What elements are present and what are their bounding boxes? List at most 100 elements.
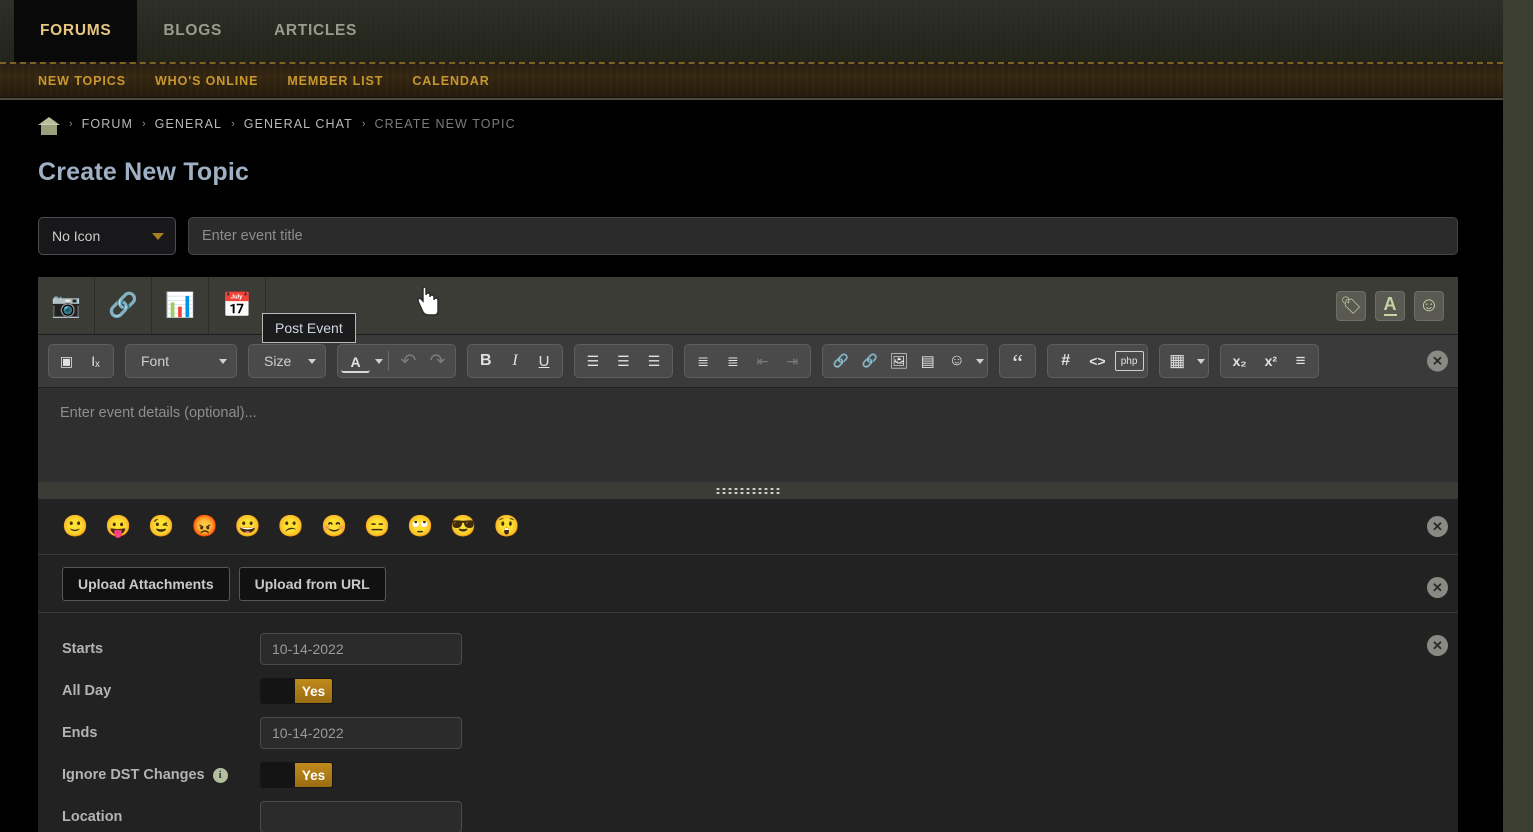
tag-glyph: 🏷 xyxy=(1340,295,1362,315)
chevron-down-icon xyxy=(219,358,227,364)
video-button[interactable]: ▤ xyxy=(913,347,942,375)
close-smilies-button[interactable]: ✕ xyxy=(1427,516,1448,537)
smiley-item[interactable]: 😡 xyxy=(191,516,217,537)
subnav-member-list[interactable]: MEMBER LIST xyxy=(287,74,383,88)
location-input[interactable] xyxy=(260,801,462,832)
close-event-button[interactable]: ✕ xyxy=(1427,635,1448,656)
camera-icon[interactable]: 📷 xyxy=(38,277,95,334)
undo-button[interactable]: ↶ xyxy=(394,347,423,375)
align-left-button[interactable]: ☰ xyxy=(578,347,609,375)
unlink-button[interactable]: 🔗 xyxy=(855,347,884,375)
breadcrumb-forum[interactable]: FORUM xyxy=(82,117,133,131)
tag-icon[interactable]: 🏷 xyxy=(1336,290,1366,321)
smiley-item[interactable]: 😲 xyxy=(494,516,520,537)
align-right-button[interactable]: ☰ xyxy=(639,347,670,375)
font-group[interactable]: Font xyxy=(125,344,237,378)
smilies-panel: 🙂 😛 😉 😡 😀 😕 😊 😑 🙄 😎 😲 ✕ xyxy=(38,498,1458,554)
smiley-item[interactable]: 😑 xyxy=(364,516,390,537)
breadcrumb-separator: › xyxy=(361,118,366,130)
tab-blogs[interactable]: BLOGS xyxy=(137,0,248,62)
smiley-item[interactable]: 😕 xyxy=(278,516,304,537)
icon-select[interactable]: No Icon xyxy=(38,217,176,255)
editor-resize-handle[interactable] xyxy=(38,482,1458,498)
chevron-down-icon xyxy=(976,358,985,364)
field-row-location: Location xyxy=(62,801,1458,832)
font-a-icon[interactable]: A xyxy=(1375,290,1405,321)
chevron-down-icon xyxy=(152,232,164,240)
quote-group: “ xyxy=(999,344,1037,378)
secondary-navigation: NEW TOPICS WHO'S ONLINE MEMBER LIST CALE… xyxy=(0,62,1503,98)
smiley-glyph: ☺ xyxy=(1418,294,1440,316)
text-color-button[interactable]: A xyxy=(341,352,370,373)
hash-button[interactable]: # xyxy=(1051,347,1080,375)
smiley-item[interactable]: 😛 xyxy=(105,516,131,537)
table-button[interactable]: ▦ xyxy=(1163,347,1192,375)
superscript-button[interactable]: x² xyxy=(1256,347,1286,375)
smiley-item[interactable]: 😉 xyxy=(148,516,174,537)
attachments-panel: Upload Attachments Upload from URL ✕ xyxy=(38,554,1458,612)
indent-button[interactable]: ⇥ xyxy=(777,347,807,375)
quote-button[interactable]: “ xyxy=(1003,347,1032,376)
smiley-icon[interactable]: ☺ xyxy=(1414,290,1444,321)
align-center-button[interactable]: ☰ xyxy=(608,347,639,375)
smiley-dropdown-button[interactable]: ☺ xyxy=(942,347,971,375)
page-content: › FORUM › GENERAL › GENERAL CHAT › CREAT… xyxy=(0,98,1503,832)
subnav-whos-online[interactable]: WHO'S ONLINE xyxy=(155,74,258,88)
smiley-item[interactable]: 😎 xyxy=(450,516,476,537)
event-title-input[interactable] xyxy=(188,217,1458,255)
editor-action-bar-right: 🏷 A ☺ xyxy=(1336,277,1458,334)
paperclip-icon[interactable]: 🔗 xyxy=(95,277,152,334)
all-day-label: All Day xyxy=(62,683,112,699)
image-button[interactable]: 🖼 xyxy=(884,347,913,375)
subscript-button[interactable]: x₂ xyxy=(1224,347,1256,375)
close-attachments-button[interactable]: ✕ xyxy=(1427,577,1448,598)
ends-input[interactable] xyxy=(260,717,462,749)
remove-format-button[interactable]: Iₓ xyxy=(81,347,110,375)
size-group[interactable]: Size xyxy=(248,344,326,378)
bold-button[interactable]: B xyxy=(471,347,501,375)
subnav-calendar[interactable]: CALENDAR xyxy=(412,74,489,88)
php-button[interactable]: php xyxy=(1114,351,1144,371)
align-group: ☰ ☰ ☰ xyxy=(573,344,674,378)
ordered-list-button[interactable]: ≣ xyxy=(688,347,718,375)
ends-label: Ends xyxy=(62,725,98,741)
tab-forums[interactable]: FORUMS xyxy=(14,0,138,62)
code-button[interactable]: <> xyxy=(1080,347,1114,375)
smiley-item[interactable]: 😊 xyxy=(321,516,347,537)
starts-input[interactable] xyxy=(260,633,462,665)
poll-bar-chart-icon[interactable]: 📊 xyxy=(152,277,209,334)
smiley-item[interactable]: 🙄 xyxy=(407,516,433,537)
editor-format-toolbar: ▣ Iₓ Font Size A ↶ ↷ B I U ☰ ☰ ☰ ≣ ≣ ⇤ ⇥… xyxy=(38,335,1458,388)
all-day-toggle[interactable]: Yes xyxy=(260,678,333,704)
breadcrumb-general[interactable]: GENERAL xyxy=(155,117,222,131)
view-source-button[interactable]: ▣ xyxy=(52,347,81,375)
ignore-dst-toggle[interactable]: Yes xyxy=(260,762,333,788)
link-button[interactable]: 🔗 xyxy=(826,347,855,375)
chevron-down-icon xyxy=(375,358,383,364)
ignore-dst-label: Ignore DST Changes i xyxy=(62,767,260,783)
tab-articles[interactable]: ARTICLES xyxy=(248,0,383,62)
breadcrumb-general-chat[interactable]: GENERAL CHAT xyxy=(244,117,353,131)
info-icon[interactable]: i xyxy=(212,767,228,783)
upload-attachments-button[interactable]: Upload Attachments xyxy=(62,566,230,601)
home-icon[interactable] xyxy=(38,114,60,135)
smiley-item[interactable]: 🙂 xyxy=(62,516,88,537)
outdent-button[interactable]: ⇤ xyxy=(748,347,778,375)
smiley-item[interactable]: 😀 xyxy=(235,516,261,537)
title-row: No Icon xyxy=(0,187,1503,255)
subnav-new-topics[interactable]: NEW TOPICS xyxy=(38,74,126,88)
tab-articles-label: ARTICLES xyxy=(274,22,358,39)
divider xyxy=(388,351,389,371)
calendar-icon[interactable]: 📅 xyxy=(209,277,439,334)
justify-button[interactable]: ≡ xyxy=(1286,347,1315,375)
upload-from-url-button[interactable]: Upload from URL xyxy=(238,566,386,601)
editor-body[interactable]: Enter event details (optional)... xyxy=(38,388,1458,482)
color-undo-group: A ↶ ↷ xyxy=(337,344,456,378)
redo-button[interactable]: ↷ xyxy=(423,347,452,375)
unordered-list-button[interactable]: ≣ xyxy=(718,347,748,375)
underline-button[interactable]: U xyxy=(530,347,559,375)
close-toolbar-button[interactable]: ✕ xyxy=(1427,350,1448,372)
italic-button[interactable]: I xyxy=(501,347,530,375)
ignore-dst-toggle-value: Yes xyxy=(295,763,332,787)
